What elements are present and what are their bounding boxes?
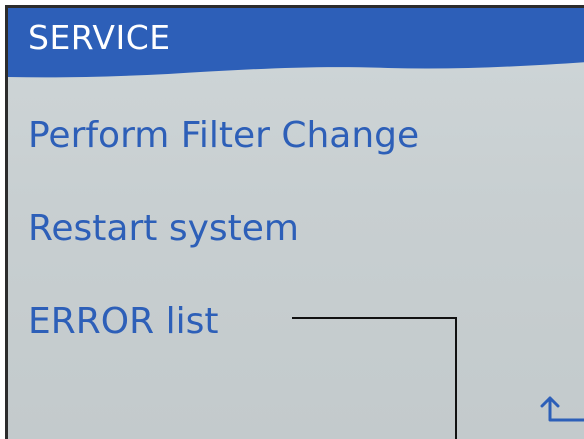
restart-system-button[interactable]: Restart system (28, 211, 299, 247)
return-arrow-icon[interactable] (538, 390, 584, 430)
service-screen: SERVICE Perform Filter Change Restart sy… (5, 5, 584, 439)
page-title: SERVICE (28, 18, 171, 57)
perform-filter-change-button[interactable]: Perform Filter Change (28, 118, 419, 154)
error-list-button[interactable]: ERROR list (28, 304, 218, 340)
header-bar: SERVICE (8, 8, 584, 86)
